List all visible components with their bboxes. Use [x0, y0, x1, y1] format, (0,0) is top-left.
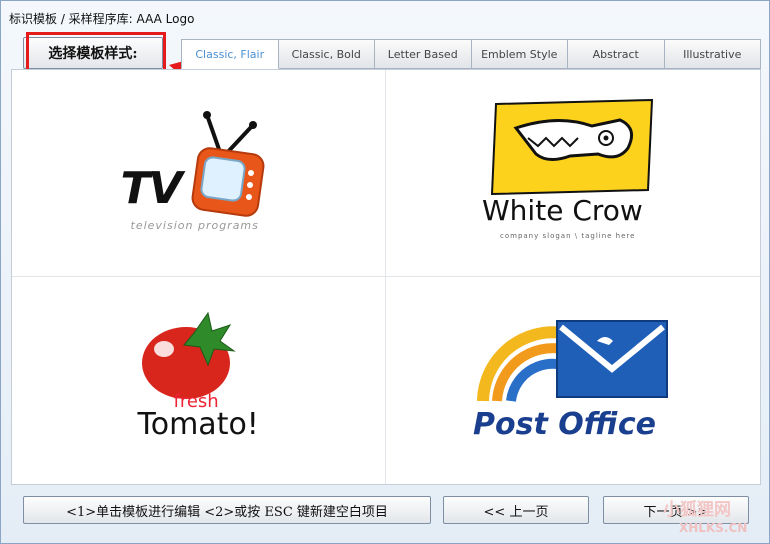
tab-letter-based[interactable]: Letter Based	[375, 39, 472, 69]
tomato-logo: fresh Tomato!	[134, 311, 264, 451]
edit-hint-button[interactable]: <1>单击模板进行编辑 <2>或按 ESC 键新建空白项目	[23, 496, 431, 524]
tv-logo-word: TV	[120, 163, 183, 214]
tomato-icon	[141, 311, 236, 399]
template-white-crow[interactable]: White Crow company slogan \ tagline here	[386, 70, 760, 277]
template-tomato[interactable]: fresh Tomato!	[12, 277, 386, 484]
style-tabs: Classic, Flair Classic, Bold Letter Base…	[181, 39, 761, 69]
prev-page-button[interactable]: << 上一页	[443, 496, 589, 524]
tab-classic-flair[interactable]: Classic, Flair	[181, 39, 279, 69]
crow-emblem-icon	[490, 98, 654, 196]
window-title: 标识模板 / 采样程序库: AAA Logo	[9, 12, 195, 26]
template-tv[interactable]: TV television programs	[12, 70, 386, 277]
crow-logo-tagline: company slogan \ tagline here	[500, 232, 636, 240]
watermark-name: 小狐狸网	[663, 500, 731, 520]
tab-classic-bold[interactable]: Classic, Bold	[278, 39, 375, 69]
tab-abstract[interactable]: Abstract	[568, 39, 665, 69]
app-window: 标识模板 / 采样程序库: AAA Logo 选择模板样式: Classic, …	[0, 0, 770, 544]
site-watermark: 小狐狸网 XHLKS.CN	[663, 495, 763, 541]
tab-illustrative[interactable]: Illustrative	[664, 39, 761, 69]
tv-logo: TV television programs	[121, 103, 269, 243]
watermark-domain: XHLKS.CN	[679, 521, 748, 535]
crow-logo-title: White Crow	[482, 194, 643, 227]
post-office-logo-word: Post Office	[473, 406, 657, 442]
envelope-rainbow-icon	[477, 319, 668, 402]
tab-emblem-style[interactable]: Emblem Style	[471, 39, 568, 69]
template-gallery: TV television programs White Crow compan…	[11, 69, 761, 485]
tomato-logo-word: Tomato!	[137, 406, 259, 442]
template-post-office[interactable]: Post Office	[386, 277, 760, 484]
crow-logo: White Crow company slogan \ tagline here	[482, 98, 658, 248]
tv-logo-tagline: television programs	[130, 219, 259, 232]
post-office-logo: Post Office	[473, 311, 673, 451]
